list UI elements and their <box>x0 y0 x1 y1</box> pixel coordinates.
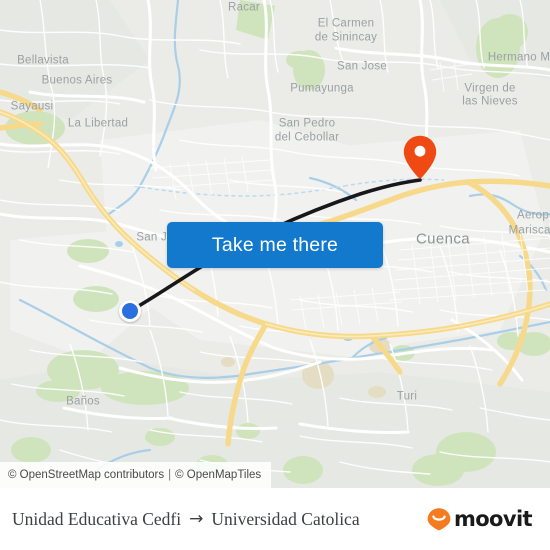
footer-bar: Unidad Educativa Cedfi → Universidad Cat… <box>0 488 550 550</box>
openmaptiles-attribution-link[interactable]: © OpenMapTiles <box>175 469 261 481</box>
origin-marker[interactable] <box>119 300 141 322</box>
osm-attribution-link[interactable]: © OpenStreetMap contributors <box>8 469 164 481</box>
trip-destination-label: Universidad Catolica <box>211 508 360 529</box>
moovit-wordmark: moovit <box>453 506 533 531</box>
map-canvas[interactable]: Racar El Carmen de Sinincay Bellavista San J… <box>0 0 550 488</box>
take-me-there-button[interactable]: Take me there <box>167 222 383 268</box>
destination-marker[interactable] <box>403 135 437 180</box>
attribution-separator: | <box>168 469 172 481</box>
moovit-pin-icon <box>427 508 451 531</box>
trip-summary: Unidad Educativa Cedfi → Universidad Cat… <box>12 509 360 530</box>
trip-origin-label: Unidad Educativa Cedfi <box>12 508 182 529</box>
map-attribution: © OpenStreetMap contributors | © OpenMap… <box>0 462 272 488</box>
moovit-logo[interactable]: moovit <box>426 506 533 531</box>
moovit-trip-preview: Racar El Carmen de Sinincay Bellavista San J… <box>0 0 550 550</box>
arrow-right-icon: → <box>189 508 204 529</box>
map-pin-icon <box>403 135 437 180</box>
